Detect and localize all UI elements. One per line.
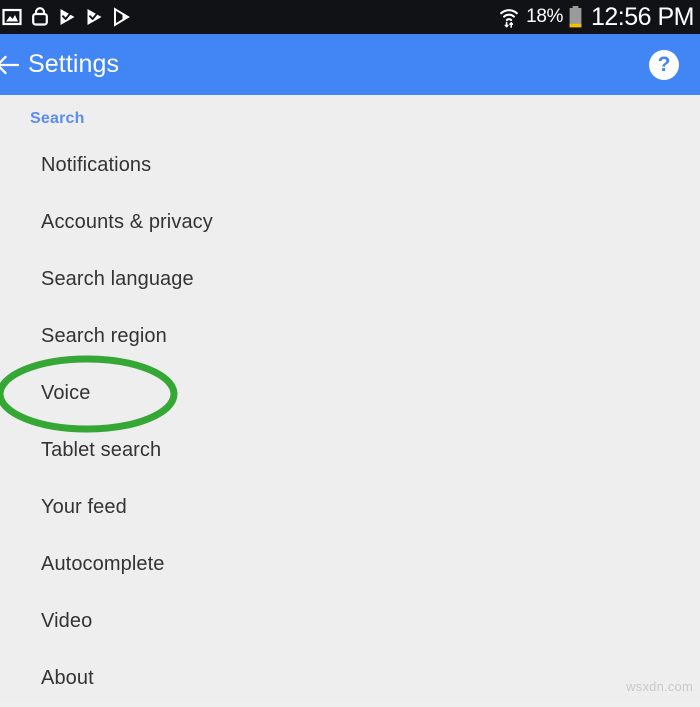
list-item-video[interactable]: Video [0, 593, 700, 650]
section-header-search: Search [30, 110, 85, 127]
page-title: Settings [28, 50, 120, 78]
back-arrow-icon[interactable] [0, 34, 28, 95]
list-item-label: Video [41, 610, 93, 632]
settings-content: Search Notifications Accounts & privacy … [0, 95, 700, 700]
play-store-icon [112, 7, 131, 27]
help-question-icon[interactable]: ? [642, 43, 686, 87]
watermark: wsxdn.com [626, 679, 693, 694]
wifi-data-icon [497, 5, 521, 29]
settings-list: Notifications Accounts & privacy Search … [0, 137, 700, 707]
battery-icon [568, 5, 583, 29]
list-item-label: Search language [41, 268, 194, 290]
list-item-label: Tablet search [41, 439, 162, 461]
list-item-notifications[interactable]: Notifications [0, 137, 700, 194]
status-bar-system-icons: 18% 12:56 PM [497, 2, 695, 32]
list-item-label: Autocomplete [41, 553, 165, 575]
status-bar-notification-icons [2, 7, 131, 27]
list-item-label: Search region [41, 325, 167, 347]
app-bar: Settings ? [0, 34, 700, 95]
play-store-update-icon-2 [85, 7, 104, 27]
list-item-label: Voice [41, 382, 91, 404]
list-item-your-feed[interactable]: Your feed [0, 479, 700, 536]
status-bar: 18% 12:56 PM [0, 0, 700, 34]
battery-percent-label: 18% [526, 6, 563, 27]
android-settings-screen: 18% 12:56 PM Settings ? Search Notificat… [0, 0, 700, 700]
list-item-tablet-search[interactable]: Tablet search [0, 422, 700, 479]
status-bar-clock: 12:56 PM [590, 2, 695, 31]
list-item-voice[interactable]: Voice [0, 365, 700, 422]
list-item-label: About [41, 667, 94, 689]
list-item-label: Your feed [41, 496, 127, 518]
list-item-search-region[interactable]: Search region [0, 308, 700, 365]
list-item-autocomplete[interactable]: Autocomplete [0, 536, 700, 593]
list-item-label: Notifications [41, 154, 152, 176]
screenshot-icon [2, 7, 22, 27]
list-item-label: Accounts & privacy [41, 211, 213, 233]
play-store-update-icon [58, 7, 77, 27]
list-item-accounts-privacy[interactable]: Accounts & privacy [0, 194, 700, 251]
list-item-search-language[interactable]: Search language [0, 251, 700, 308]
list-item-about[interactable]: About [0, 650, 700, 707]
help-icon-label: ? [649, 49, 679, 80]
app-lock-icon [30, 7, 50, 27]
